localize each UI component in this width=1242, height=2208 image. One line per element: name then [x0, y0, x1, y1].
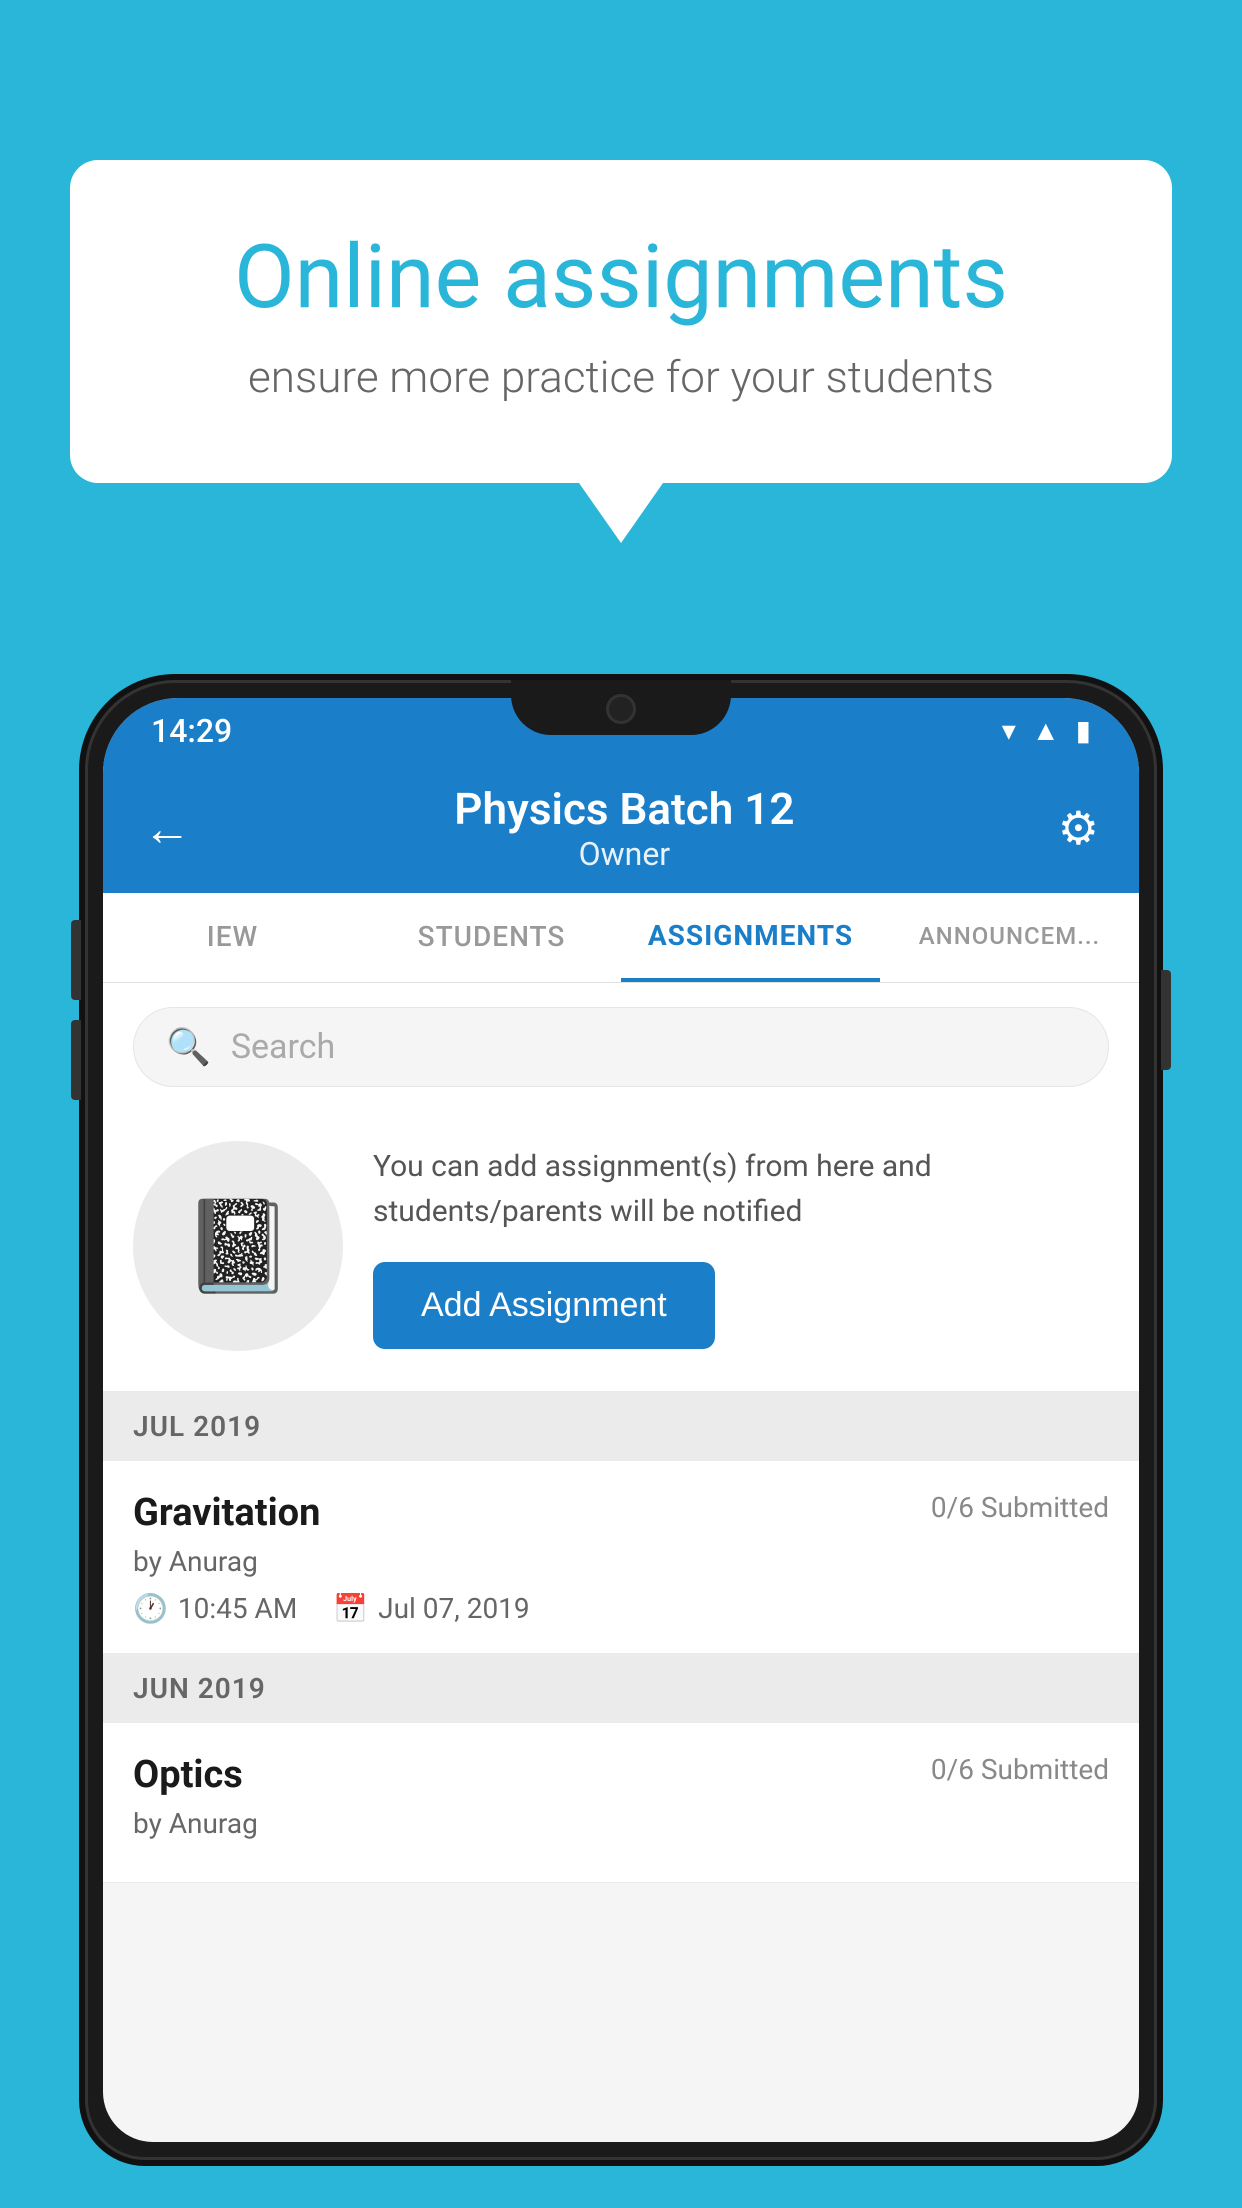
promo-description: You can add assignment(s) from here and …	[373, 1144, 1109, 1234]
header-subtitle: Owner	[191, 835, 1058, 873]
app-header: ← Physics Batch 12 Owner ⚙	[103, 763, 1139, 893]
search-container: 🔍 Search	[103, 983, 1139, 1111]
assignment-meta-gravitation: 🕐 10:45 AM 📅 Jul 07, 2019	[133, 1592, 1109, 1625]
section-jul-2019: JUL 2019	[103, 1392, 1139, 1461]
assignment-name-gravitation: Gravitation	[133, 1491, 320, 1535]
assignment-date-text: Jul 07, 2019	[378, 1592, 530, 1625]
speech-bubble-container: Online assignments ensure more practice …	[70, 160, 1172, 543]
settings-button[interactable]: ⚙	[1058, 801, 1099, 856]
assignment-submitted-gravitation: 0/6 Submitted	[931, 1491, 1109, 1524]
signal-icon: ▲	[1032, 714, 1060, 747]
section-jun-2019: JUN 2019	[103, 1654, 1139, 1723]
volume-down-button	[71, 1020, 81, 1100]
speech-bubble-subtitle: ensure more practice for your students	[150, 351, 1092, 403]
wifi-icon: ▾	[1002, 714, 1016, 747]
content-area: 🔍 Search 📓 You can add assignment(s) fro…	[103, 983, 1139, 1883]
status-time: 14:29	[151, 712, 232, 750]
assignment-name-optics: Optics	[133, 1753, 243, 1797]
battery-icon: ▮	[1076, 714, 1091, 747]
search-icon: 🔍	[166, 1026, 211, 1068]
assignment-date-gravitation: 📅 Jul 07, 2019	[333, 1592, 529, 1625]
phone-screen: 14:29 ▾ ▲ ▮ ← Physics Batch 12 Owner ⚙ I…	[103, 698, 1139, 2142]
back-button[interactable]: ←	[143, 800, 191, 857]
add-assignment-button[interactable]: Add Assignment	[373, 1262, 715, 1349]
header-title-group: Physics Batch 12 Owner	[191, 783, 1058, 873]
promo-icon-circle: 📓	[133, 1141, 343, 1351]
speech-bubble: Online assignments ensure more practice …	[70, 160, 1172, 483]
speech-bubble-title: Online assignments	[150, 230, 1092, 327]
assignment-time-text: 10:45 AM	[178, 1592, 297, 1625]
volume-up-button	[71, 920, 81, 1000]
phone-notch	[511, 680, 731, 735]
phone-container: 14:29 ▾ ▲ ▮ ← Physics Batch 12 Owner ⚙ I…	[85, 680, 1157, 2208]
assignment-by-gravitation: by Anurag	[133, 1545, 1109, 1578]
front-camera	[606, 694, 636, 724]
header-title: Physics Batch 12	[191, 783, 1058, 835]
tab-announcements[interactable]: ANNOUNCEM...	[880, 893, 1139, 982]
tab-assignments[interactable]: ASSIGNMENTS	[621, 893, 880, 982]
assignment-row-top-optics: Optics 0/6 Submitted	[133, 1753, 1109, 1797]
phone-outer: 14:29 ▾ ▲ ▮ ← Physics Batch 12 Owner ⚙ I…	[85, 680, 1157, 2160]
speech-bubble-arrow	[579, 483, 663, 543]
assignment-gravitation[interactable]: Gravitation 0/6 Submitted by Anurag 🕐 10…	[103, 1461, 1139, 1654]
status-icons: ▾ ▲ ▮	[1002, 714, 1091, 747]
calendar-icon: 📅	[333, 1592, 368, 1625]
assignment-time-gravitation: 🕐 10:45 AM	[133, 1592, 297, 1625]
assignment-row-top: Gravitation 0/6 Submitted	[133, 1491, 1109, 1535]
assignment-optics[interactable]: Optics 0/6 Submitted by Anurag	[103, 1723, 1139, 1883]
tab-overview[interactable]: IEW	[103, 893, 362, 982]
promo-section: 📓 You can add assignment(s) from here an…	[103, 1111, 1139, 1392]
search-placeholder: Search	[231, 1027, 335, 1067]
tabs-bar: IEW STUDENTS ASSIGNMENTS ANNOUNCEM...	[103, 893, 1139, 983]
assignment-submitted-optics: 0/6 Submitted	[931, 1753, 1109, 1786]
promo-content: You can add assignment(s) from here and …	[373, 1144, 1109, 1349]
notebook-icon: 📓	[182, 1194, 294, 1299]
tab-students[interactable]: STUDENTS	[362, 893, 621, 982]
assignment-by-optics: by Anurag	[133, 1807, 1109, 1840]
power-button	[1161, 970, 1171, 1070]
search-box[interactable]: 🔍 Search	[133, 1007, 1109, 1087]
clock-icon: 🕐	[133, 1592, 168, 1625]
